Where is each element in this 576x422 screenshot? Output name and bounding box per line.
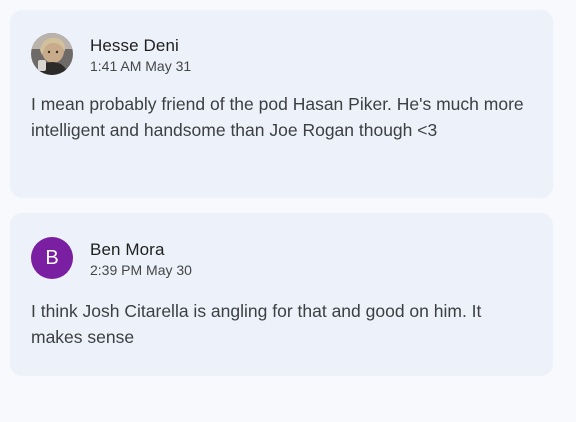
comment-timestamp: 1:41 AM May 31 <box>90 58 192 74</box>
user-photo-icon[interactable] <box>31 33 73 75</box>
comment-text: I mean probably friend of the pod Hasan … <box>31 94 524 140</box>
comment-text: I think Josh Citarella is angling for th… <box>31 301 482 347</box>
comment-card: B Ben Mora 2:39 PM May 30 I think Josh C… <box>10 213 553 376</box>
user-avatar-letter[interactable]: B <box>31 237 73 279</box>
comment-timestamp: 2:39 PM May 30 <box>90 262 192 278</box>
comment-author[interactable]: Hesse Deni <box>90 36 179 56</box>
comment-feed: Hesse Deni 1:41 AM May 31 I mean probabl… <box>0 0 576 422</box>
comment-card: Hesse Deni 1:41 AM May 31 I mean probabl… <box>10 10 553 198</box>
comment-author[interactable]: Ben Mora <box>90 240 165 260</box>
